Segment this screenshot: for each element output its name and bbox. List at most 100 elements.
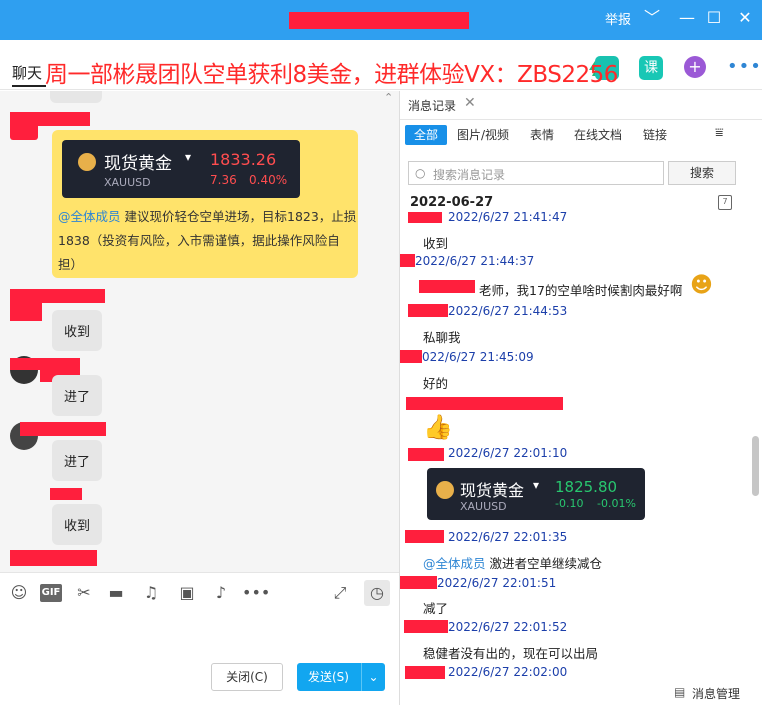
history-clock-icon[interactable]: ◷ [364,580,390,606]
message-timestamp: 2022/6/27 22:01:10 [448,446,568,460]
filter-docs[interactable]: 在线文档 [574,125,622,145]
caret-down-icon: ▾ [185,150,192,164]
gold-price-card[interactable]: 现货黄金 ▾ XAUUSD 1825.80 -0.10 -0.01% [427,468,645,520]
filter-options-icon[interactable]: ⩸ [715,125,724,141]
sender-name-redacted [419,280,475,293]
sender-name-redacted [10,358,80,370]
tab-chat-underline [12,85,46,87]
gold-price-card[interactable]: 现货黄金 ▾ XAUUSD 1833.26 7.36 0.40% [62,140,300,198]
history-message: 稳健者没有出的，现在可以出局 [423,646,599,661]
history-message: 老师，我17的空单啥时候割肉最好啊 [479,283,683,298]
collapse-button[interactable]: ﹀ [642,8,662,28]
send-options-icon[interactable]: ⌄ [361,663,385,691]
date-header: 2022-06-27 [410,195,494,210]
search-placeholder: 搜索消息记录 [433,168,506,182]
chat-message-area[interactable]: ⌃ 现货黄金 ▾ XAUUSD 1833.26 7.36 0.40% @全体成员… [0,91,399,572]
gold-price: 1833.26 [210,150,277,169]
message-input[interactable] [0,612,399,705]
sender-name-redacted [20,422,106,436]
message-bubble[interactable]: 进了 [52,375,103,416]
sender-name-redacted [400,350,422,363]
gold-symbol: XAUUSD [104,176,151,189]
sender-name-redacted [400,576,437,589]
message-timestamp: 2022/6/27 22:01:52 [448,620,568,634]
image-icon[interactable]: ▣ [178,584,196,602]
caret-down-icon: ▾ [533,478,540,492]
input-toolbar: ☺ GIF ✂ ▬ ♫ ▣ ♪ ••• ⤢ ◷ [0,572,399,612]
search-button[interactable]: 搜索 [668,161,736,185]
filter-all[interactable]: 全部 [405,125,448,145]
gold-symbol: XAUUSD [460,500,507,513]
history-message: 减了 [423,601,449,616]
gold-change: 7.36 [210,173,237,187]
search-icon: ○ [415,166,426,180]
gold-price: 1825.80 [555,478,618,496]
folder-icon[interactable]: ▬ [107,584,125,602]
announcement-text: @全体成员 建议现价轻仓空单进场，目标1823，止损1838（投资有风险，入市需… [58,205,358,277]
message-history-panel: 消息记录 ✕ 全部 图片/视频 表情 在线文档 链接 ⩸ ○ 搜索消息记录 搜索… [400,91,762,705]
filter-links[interactable]: 链接 [643,125,667,145]
scissors-icon[interactable]: ✂ [75,584,93,602]
minimize-button[interactable]: — [677,8,697,28]
tab-chat[interactable]: 聊天 [12,62,42,83]
send-label: 发送(S) [308,670,349,684]
tab-message-history[interactable]: 消息记录 [408,97,456,114]
history-message: 收到 [423,236,449,251]
message-timestamp: 2022/6/27 21:44:37 [415,254,535,268]
tab-divider [400,119,762,120]
close-window-button[interactable]: ✕ [735,8,755,28]
report-button[interactable]: 举报 [605,9,631,28]
emoji-icon[interactable]: ☺ [10,584,28,602]
history-message: 好的 [423,376,449,391]
calendar-icon[interactable]: 7 [718,195,732,210]
grin-emoji-icon: ☻ [690,273,713,298]
thumbs-up-icon: 👍 [423,413,453,441]
message-timestamp: 2022/6/27 21:41:47 [448,210,568,224]
message-bubble[interactable]: 收到 [52,310,103,351]
gif-icon[interactable]: GIF [40,584,62,602]
avatar [10,112,38,140]
search-input[interactable]: ○ 搜索消息记录 [408,161,664,185]
message-timestamp: 022/6/27 21:45:09 [422,350,534,364]
send-button[interactable]: 发送(S) ⌄ [297,663,385,691]
history-message: 私聊我 [423,330,461,345]
sender-name-redacted [405,530,444,543]
bell-icon[interactable]: ♪ [212,584,230,602]
gold-coin-icon [436,481,454,499]
gold-title: 现货黄金 [460,481,525,500]
expand-icon[interactable]: ⤢ [331,584,349,602]
mention-all[interactable]: @全体成员 [58,209,121,224]
collapse-icon[interactable]: ⌃ [384,91,393,104]
message-timestamp: 2022/6/27 22:01:51 [437,576,557,590]
history-message: @全体成员 激进者空单继续减仓 [423,553,602,572]
window-title-redacted [289,12,469,29]
gold-change-pct: 0.40% [249,173,288,187]
add-app-icon[interactable]: + [684,56,706,78]
close-tab-icon[interactable]: ✕ [464,95,476,111]
course-icon[interactable]: 课 [639,56,663,80]
music-icon[interactable]: ♫ [142,584,160,602]
history-scrollbar[interactable] [752,436,759,496]
close-button[interactable]: 关闭(C) [211,663,283,691]
message-timestamp: 2022/6/27 21:44:53 [448,304,568,318]
avatar-redacted [10,289,42,321]
filter-media[interactable]: 图片/视频 [457,125,509,145]
history-message-body: 激进者空单继续减仓 [485,556,602,571]
sender-name-redacted [405,666,445,679]
sender-name-redacted [408,448,444,461]
gold-coin-icon [78,153,96,171]
sender-name-redacted [10,550,97,566]
message-manage-icon: ▤ [674,685,686,699]
sender-name-redacted [50,488,82,500]
mention-all[interactable]: @全体成员 [423,556,486,571]
message-manage-button[interactable]: 消息管理 [692,685,740,702]
maximize-button[interactable]: ☐ [704,8,724,28]
filter-stickers[interactable]: 表情 [530,125,554,145]
gold-change: -0.10 [555,497,584,510]
more-options-icon[interactable]: ••• [727,56,762,77]
more-icon[interactable]: ••• [242,584,270,602]
message-bubble[interactable]: 收到 [52,504,103,545]
message-bubble[interactable]: 进了 [52,440,103,481]
sender-name-redacted [404,620,448,633]
gold-title: 现货黄金 [104,154,172,174]
